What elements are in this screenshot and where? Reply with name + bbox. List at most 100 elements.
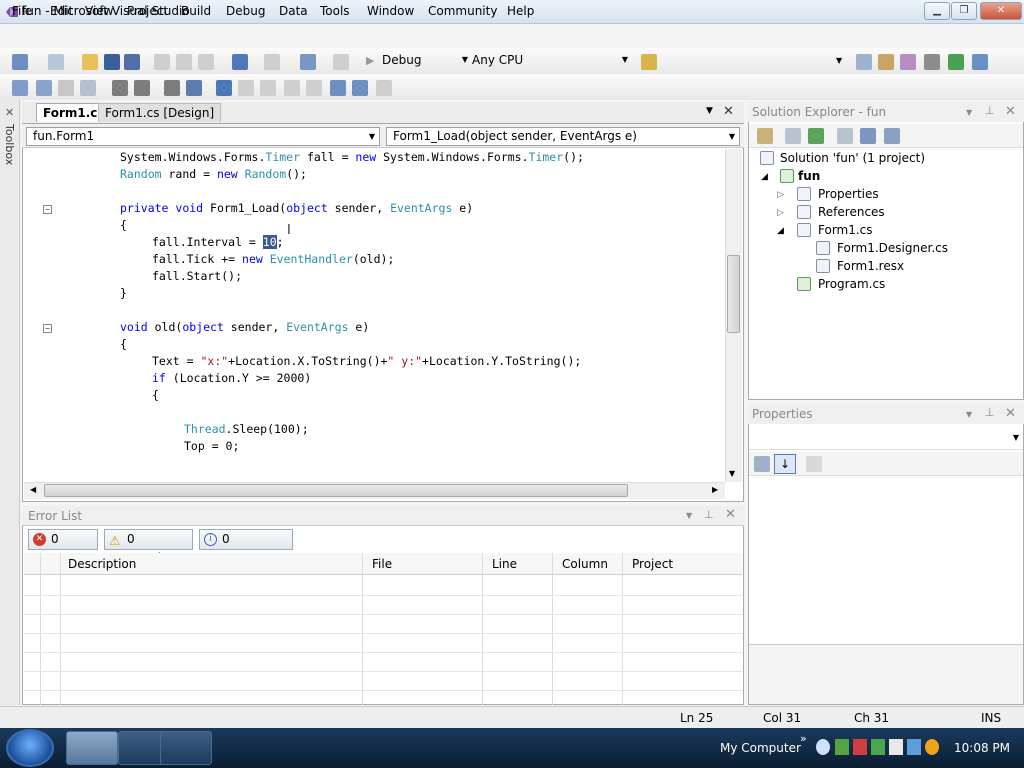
tree-item-form1-cs[interactable]: Form1.cs xyxy=(818,223,873,237)
menu-tools[interactable]: Tools xyxy=(320,4,350,18)
refresh-icon[interactable] xyxy=(808,128,824,144)
expanded-arrow-icon[interactable]: ◢ xyxy=(761,172,768,182)
expanded-arrow-icon[interactable]: ◢ xyxy=(777,226,784,236)
display-parameter-info-icon[interactable] xyxy=(36,80,52,96)
menu-help[interactable]: Help xyxy=(507,4,534,18)
clock[interactable]: 10:08 PM xyxy=(954,741,1010,755)
info-tray-icon[interactable] xyxy=(816,739,830,755)
tray-icon[interactable] xyxy=(889,739,903,755)
auto-hide-pin-icon[interactable]: ⊥ xyxy=(985,406,995,419)
tray-toolbar-label[interactable]: My Computer xyxy=(720,741,801,755)
collapsed-arrow-icon[interactable]: ▷ xyxy=(777,190,784,200)
alphabetical-icon[interactable]: ↓ xyxy=(774,454,796,474)
find-combo-dropdown-icon[interactable]: ▼ xyxy=(836,56,842,65)
member-select[interactable]: Form1_Load(object sender, EventArgs e) ▼ xyxy=(386,127,740,146)
solution-platform-select[interactable]: Any CPU ▼ xyxy=(472,52,632,70)
messages-filter-button[interactable]: i0 Messages xyxy=(199,529,293,565)
scroll-right-icon[interactable]: ▶ xyxy=(712,485,718,494)
column-column[interactable]: Column xyxy=(562,557,608,571)
next-bookmark-icon[interactable] xyxy=(260,80,276,96)
code-text-area[interactable]: System.Windows.Forms.Timer fall = new Sy… xyxy=(24,149,725,482)
minimize-button[interactable]: ▁ xyxy=(924,2,950,20)
clear-bookmarks-icon[interactable] xyxy=(376,80,392,96)
increase-indent-icon[interactable] xyxy=(134,80,150,96)
redo-icon[interactable] xyxy=(264,54,280,70)
menu-window[interactable]: Window xyxy=(367,4,414,18)
next-bookmark-in-folder-icon[interactable] xyxy=(306,80,322,96)
auto-hide-pin-icon[interactable]: ⊥ xyxy=(985,104,995,117)
tree-project-fun[interactable]: fun xyxy=(798,169,820,183)
comment-lines-icon[interactable] xyxy=(164,80,180,96)
menu-view[interactable]: View xyxy=(85,4,113,18)
collapsed-arrow-icon[interactable]: ▷ xyxy=(777,208,784,218)
window-position-icon[interactable]: ▼ xyxy=(966,410,972,419)
tray-icon[interactable] xyxy=(871,739,885,755)
tree-item-program-cs[interactable]: Program.cs xyxy=(818,277,885,291)
properties-window-icon[interactable] xyxy=(878,54,894,70)
previous-bookmark-in-document-icon[interactable] xyxy=(330,80,346,96)
paste-icon[interactable] xyxy=(198,54,214,70)
tab-form1-design[interactable]: Form1.cs [Design] xyxy=(98,103,222,122)
close-properties-icon[interactable]: ✕ xyxy=(1005,406,1016,421)
object-browser-icon[interactable] xyxy=(900,54,916,70)
close-window-button[interactable]: ✕ xyxy=(980,2,1022,20)
errors-filter-button[interactable]: ✕0 Errors xyxy=(28,529,98,565)
scroll-down-icon[interactable]: ▼ xyxy=(729,469,735,478)
toolbox-strip[interactable] xyxy=(0,100,20,705)
previous-bookmark-in-folder-icon[interactable] xyxy=(284,80,300,96)
properties-icon[interactable] xyxy=(757,128,773,144)
tray-icon[interactable] xyxy=(835,739,849,755)
view-designer-icon[interactable] xyxy=(860,128,876,144)
start-page-icon[interactable] xyxy=(948,54,964,70)
tray-icon[interactable] xyxy=(853,739,867,755)
command-window-icon[interactable] xyxy=(972,54,988,70)
navigate-forward-icon[interactable] xyxy=(333,54,349,70)
toolbox-icon[interactable] xyxy=(924,54,940,70)
categorized-icon[interactable] xyxy=(754,456,770,472)
menu-debug[interactable]: Debug xyxy=(226,4,265,18)
taskbar-visual-studio[interactable] xyxy=(66,731,118,765)
add-project-icon[interactable] xyxy=(12,54,28,70)
menu-community[interactable]: Community xyxy=(428,4,497,18)
close-document-icon[interactable]: ✕ xyxy=(723,104,734,119)
search-icon[interactable] xyxy=(925,739,939,755)
taskbar-computer[interactable] xyxy=(160,731,212,765)
menu-build[interactable]: Build xyxy=(181,4,211,18)
warnings-filter-button[interactable]: ⚠0 Warnings xyxy=(104,529,193,565)
column-file[interactable]: File xyxy=(372,557,392,571)
active-files-dropdown-icon[interactable]: ▼ xyxy=(706,106,713,116)
close-solution-explorer-icon[interactable]: ✕ xyxy=(1005,104,1016,119)
solution-configuration-select[interactable]: Debug ▼ xyxy=(382,52,472,70)
menu-data[interactable]: Data xyxy=(279,4,308,18)
tree-item-properties[interactable]: Properties xyxy=(818,187,879,201)
next-bookmark-in-document-icon[interactable] xyxy=(352,80,368,96)
column-description[interactable]: Description xyxy=(68,557,136,571)
open-file-icon[interactable] xyxy=(82,54,98,70)
menu-file[interactable]: File xyxy=(12,4,32,18)
uncomment-lines-icon[interactable] xyxy=(186,80,202,96)
view-code-icon[interactable] xyxy=(837,128,853,144)
tray-icon[interactable] xyxy=(907,739,921,755)
tree-item-form1-designer[interactable]: Form1.Designer.cs xyxy=(837,241,948,255)
property-pages-icon[interactable] xyxy=(806,456,822,472)
save-icon[interactable] xyxy=(104,54,120,70)
decrease-indent-icon[interactable] xyxy=(112,80,128,96)
tree-item-form1-resx[interactable]: Form1.resx xyxy=(837,259,904,273)
scroll-left-icon[interactable]: ◀ xyxy=(30,485,36,494)
tree-solution[interactable]: Solution 'fun' (1 project) xyxy=(780,151,925,165)
collapse-region-icon[interactable]: − xyxy=(43,324,52,333)
properties-object-select[interactable]: ▼ xyxy=(749,428,1023,450)
editor-vertical-scroll-thumb[interactable] xyxy=(727,255,740,333)
find-in-files-icon[interactable] xyxy=(641,54,657,70)
undo-icon[interactable] xyxy=(232,54,248,70)
editor-horizontal-scroll-thumb[interactable] xyxy=(44,484,628,497)
window-position-icon[interactable]: ▼ xyxy=(686,511,692,520)
toggle-bookmark-icon[interactable] xyxy=(216,80,232,96)
start-debugging-icon[interactable]: ▶ xyxy=(366,54,374,67)
add-item-icon[interactable] xyxy=(48,54,64,70)
class-select[interactable]: fun.Form1 ▼ xyxy=(26,127,380,146)
display-object-member-list-icon[interactable] xyxy=(12,80,28,96)
save-all-icon[interactable] xyxy=(124,54,140,70)
toolbar-expand-icon[interactable]: » xyxy=(800,732,807,745)
auto-hide-pin-icon[interactable]: ⊥ xyxy=(704,508,714,521)
